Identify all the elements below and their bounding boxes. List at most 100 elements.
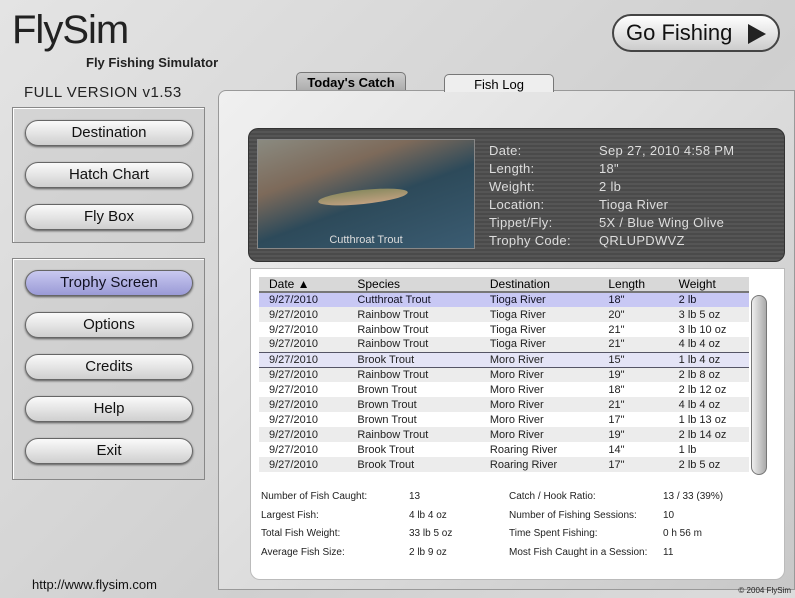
- table-cell: Brown Trout: [357, 383, 417, 396]
- table-row[interactable]: 9/27/2010 Brown Trout Moro River 18" 2 lb 12…: [259, 382, 749, 397]
- table-cell: Moro River: [479, 397, 599, 412]
- table-cell: Tioga River: [479, 307, 599, 322]
- copyright: © 2004 FlySim: [738, 586, 791, 595]
- table-cell: Brook Trout: [347, 457, 480, 472]
- info-value: 18": [599, 161, 619, 176]
- stat-value: 4 lb 4 oz: [409, 509, 447, 521]
- nav-group-top: Destination Hatch Chart Fly Box: [12, 107, 205, 243]
- table-cell: 17": [598, 457, 669, 472]
- table-cell: 18": [608, 383, 625, 396]
- stat-value: 2 lb 9 oz: [409, 546, 447, 558]
- stat-label: Catch / Hook Ratio:: [509, 491, 596, 502]
- table-row[interactable]: 9/27/2010 Rainbow Trout Tioga River 20" 3 lb…: [259, 307, 749, 322]
- table-cell: 9/27/2010: [259, 457, 348, 472]
- stat-label: Total Fish Weight:: [261, 528, 341, 539]
- table-cell: 4 lb 4 oz: [668, 397, 749, 412]
- table-cell: 9/27/2010: [259, 351, 348, 368]
- table-cell: Moro River: [489, 383, 544, 396]
- table-cell: Roaring River: [489, 443, 558, 456]
- table-cell: Roaring River: [479, 457, 599, 472]
- table-cell: Moro River: [479, 351, 599, 368]
- column-header[interactable]: Destination: [479, 277, 599, 293]
- stat-value: 13: [409, 491, 421, 502]
- stat-label: Most Fish Caught in a Session:: [509, 546, 648, 558]
- table-cell: 2 lb 14 oz: [668, 427, 749, 442]
- table-row[interactable]: 9/27/2010 Cutthroat Trout Tioga River 18" 2 …: [259, 292, 749, 307]
- table-scrollbar[interactable]: [751, 295, 767, 475]
- table-cell: Rainbow Trout: [347, 307, 480, 322]
- table-row[interactable]: 9/27/2010 Brown Trout Moro River 21" 4 lb 4 …: [259, 397, 749, 412]
- nav-options-button[interactable]: Options: [25, 312, 193, 338]
- table-cell: Moro River: [479, 427, 599, 442]
- nav-credits-button[interactable]: Credits: [25, 354, 193, 380]
- table-row[interactable]: 9/27/2010 Rainbow Trout Moro River 19" 2 lb …: [259, 427, 749, 442]
- column-header[interactable]: Weight: [668, 277, 749, 293]
- table-cell: Brook Trout: [347, 351, 480, 368]
- table-cell: 3 lb 10 oz: [678, 323, 727, 336]
- table-cell: 9/27/2010: [259, 307, 348, 322]
- table-cell: 1 lb: [678, 443, 697, 456]
- stat-label: Time Spent Fishing:: [509, 528, 598, 539]
- table-row[interactable]: 9/27/2010 Brook Trout Roaring River 17" 2 lb…: [259, 457, 749, 472]
- table-row[interactable]: 9/27/2010 Brown Trout Moro River 17" 1 lb 13…: [259, 412, 749, 427]
- table-cell: 14": [608, 443, 625, 456]
- nav-trophy-screen-button[interactable]: Trophy Screen: [25, 270, 193, 296]
- table-cell: 3 lb 5 oz: [668, 307, 749, 322]
- table-cell: 21": [598, 337, 669, 352]
- column-header[interactable]: Length: [598, 277, 669, 293]
- info-value: Sep 27, 2010 4:58 PM: [599, 143, 735, 158]
- table-cell: 17": [608, 413, 625, 426]
- info-label: Location:: [489, 197, 545, 212]
- nav-exit-button[interactable]: Exit: [25, 438, 193, 464]
- table-cell: Tioga River: [489, 323, 546, 336]
- info-label: Length:: [489, 161, 535, 176]
- tab-fish-log[interactable]: Fish Log: [444, 74, 554, 92]
- stat-label: Largest Fish:: [261, 509, 319, 521]
- table-row[interactable]: 9/27/2010 Brook Trout Moro River 15" 1 lb 4 …: [259, 351, 749, 368]
- table-row[interactable]: 9/27/2010 Rainbow Trout Moro River 19" 2 lb …: [259, 367, 749, 382]
- nav-fly-box-button[interactable]: Fly Box: [25, 204, 193, 230]
- stat-value: 10: [663, 509, 675, 521]
- column-header[interactable]: Date ▲: [259, 277, 348, 293]
- table-cell: 15": [598, 351, 669, 368]
- table-cell: 9/27/2010: [269, 443, 318, 456]
- stat-label: Number of Fish Caught:: [261, 491, 368, 502]
- logo-subtitle: Fly Fishing Simulator: [86, 55, 219, 70]
- nav-hatch-chart-button[interactable]: Hatch Chart: [25, 162, 193, 188]
- table-cell: 9/27/2010: [259, 427, 348, 442]
- stat-value: 13 / 33 (39%): [663, 491, 724, 502]
- table-cell: 19": [598, 367, 669, 382]
- table-cell: 9/27/2010: [269, 413, 318, 426]
- table-cell: 4 lb 4 oz: [668, 337, 749, 352]
- table-cell: 18": [598, 292, 669, 307]
- version-label: FULL VERSION v1.53: [24, 84, 182, 101]
- go-fishing-button[interactable]: Go Fishing: [612, 14, 780, 52]
- table-cell: Rainbow Trout: [347, 427, 480, 442]
- table-cell: 1 lb 4 oz: [668, 351, 749, 368]
- info-label: Tippet/Fly:: [489, 215, 553, 230]
- table-cell: 9/27/2010: [259, 367, 348, 382]
- table-row[interactable]: 9/27/2010 Rainbow Trout Tioga River 21" 3 lb…: [259, 322, 749, 337]
- tab-todays-catch[interactable]: Today's Catch: [296, 72, 406, 92]
- website-link[interactable]: http://www.flysim.com: [32, 577, 157, 592]
- table-cell: 2 lb 5 oz: [668, 457, 749, 472]
- table-row[interactable]: 9/27/2010 Rainbow Trout Tioga River 21" 4 lb…: [259, 337, 749, 352]
- nav-help-button[interactable]: Help: [25, 396, 193, 422]
- info-label: Weight:: [489, 179, 535, 194]
- selected-fish-info: Cutthroat Trout Date: Sep 27, 2010 4:58 P…: [248, 128, 785, 262]
- flysim-logo: FlySim: [12, 8, 129, 52]
- table-cell: 2 lb 12 oz: [678, 383, 727, 396]
- table-cell: Moro River: [479, 367, 599, 382]
- fish-log-card: Date ▲ Species Destination Length Weight 9/27…: [250, 268, 785, 580]
- nav-destination-button[interactable]: Destination: [25, 120, 193, 146]
- column-header[interactable]: Species: [347, 277, 480, 293]
- table-cell: Rainbow Trout: [347, 337, 480, 352]
- fish-photo: Cutthroat Trout: [257, 139, 475, 249]
- table-cell: 9/27/2010: [259, 292, 348, 307]
- go-fishing-label: Go Fishing: [626, 20, 733, 45]
- stat-value: 11: [663, 546, 674, 558]
- info-label: Date:: [489, 143, 522, 158]
- table-cell: 2 lb 8 oz: [668, 367, 749, 382]
- table-row[interactable]: 9/27/2010 Brook Trout Roaring River 14" 1 lb: [259, 442, 749, 457]
- table-cell: 9/27/2010: [259, 337, 348, 352]
